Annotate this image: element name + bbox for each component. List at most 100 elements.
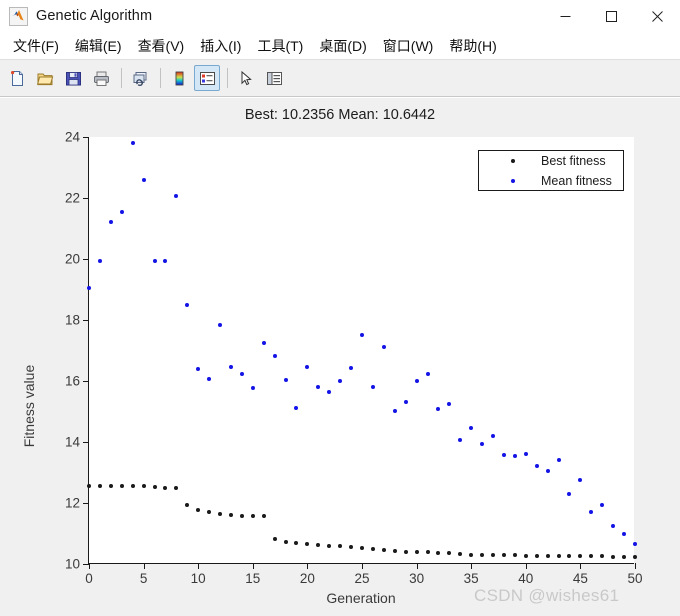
data-point-mean — [425, 372, 430, 377]
new-figure-icon[interactable] — [4, 65, 30, 91]
data-point-best — [480, 552, 485, 557]
menu-window[interactable]: 窗口(W) — [375, 35, 442, 57]
insert-legend-icon[interactable] — [194, 65, 220, 91]
insert-colorbar-icon[interactable] — [166, 65, 192, 91]
data-point-best — [305, 541, 310, 546]
data-point-best — [425, 550, 430, 555]
data-point-mean — [469, 426, 474, 431]
x-axis-tick-label: 25 — [354, 571, 370, 586]
data-point-best — [381, 548, 386, 553]
x-axis-tick-label: 20 — [299, 571, 315, 586]
data-point-best — [458, 551, 463, 556]
data-point-mean — [534, 464, 539, 469]
legend-label: Best fitness — [541, 154, 606, 168]
toolbar-separator — [227, 68, 228, 88]
menu-view[interactable]: 查看(V) — [130, 35, 193, 57]
data-point-best — [185, 503, 190, 508]
data-point-mean — [228, 365, 233, 370]
legend-entry: Mean fitness — [479, 171, 625, 191]
data-point-best — [174, 485, 179, 490]
data-point-mean — [163, 258, 168, 263]
x-axis-tick — [362, 563, 363, 569]
data-point-best — [108, 484, 113, 489]
genetic-algorithm-window: Genetic Algorithm 文件(F) 编辑(E) 查看(V) 插入(I) 工具… — [0, 0, 680, 616]
menu-desktop[interactable]: 桌面(D) — [311, 35, 374, 57]
y-axis-tick — [83, 320, 89, 321]
data-point-mean — [316, 385, 321, 390]
data-point-mean — [108, 220, 113, 225]
data-point-best — [578, 554, 583, 559]
plot-legend[interactable]: Best fitness Mean fitness — [478, 150, 624, 191]
link-plot-icon[interactable] — [127, 65, 153, 91]
menu-help[interactable]: 帮助(H) — [441, 35, 504, 57]
data-point-mean — [447, 401, 452, 406]
data-point-mean — [349, 366, 354, 371]
data-point-mean — [87, 285, 91, 290]
x-axis-tick — [635, 563, 636, 569]
x-axis-tick — [89, 563, 90, 569]
y-axis-tick — [83, 503, 89, 504]
data-point-mean — [272, 353, 277, 358]
y-axis-tick — [83, 442, 89, 443]
x-axis-tick — [416, 563, 418, 569]
data-point-best — [163, 485, 168, 490]
minimize-button[interactable] — [542, 0, 588, 32]
y-axis-label: Fitness value — [21, 364, 37, 448]
data-point-best — [491, 553, 496, 558]
x-axis-tick — [252, 563, 254, 569]
y-axis-tick — [83, 198, 89, 199]
data-point-mean — [414, 379, 419, 383]
data-point-best — [545, 554, 550, 559]
menu-file[interactable]: 文件(F) — [5, 35, 67, 57]
data-point-mean — [523, 451, 528, 456]
legend-marker-icon — [511, 159, 515, 163]
toolbar-separator — [160, 68, 161, 88]
data-point-best — [392, 549, 397, 554]
x-axis-tick-label: 30 — [409, 571, 425, 586]
data-point-best — [414, 550, 419, 555]
maximize-button[interactable] — [588, 0, 634, 32]
data-point-mean — [305, 365, 310, 370]
data-point-best — [119, 484, 124, 489]
close-button[interactable] — [634, 0, 680, 32]
y-axis-tick-label: 16 — [64, 373, 80, 389]
data-point-best — [600, 554, 605, 559]
x-axis-tick-label: 5 — [139, 571, 148, 586]
menu-tools[interactable]: 工具(T) — [249, 35, 311, 57]
data-point-mean — [327, 390, 332, 395]
matlab-icon — [9, 6, 28, 26]
data-point-mean — [283, 378, 288, 383]
edit-pointer-icon[interactable] — [233, 65, 259, 91]
menu-insert[interactable]: 插入(I) — [192, 35, 249, 57]
data-point-best — [501, 553, 506, 558]
title-bar: Genetic Algorithm — [0, 0, 680, 32]
plot-title: Best: 10.2356 Mean: 10.6442 — [244, 107, 436, 123]
show-property-editor-icon[interactable] — [261, 65, 287, 91]
menu-bar: 文件(F) 编辑(E) 查看(V) 插入(I) 工具(T) 桌面(D) 窗口(W) 帮助(H) — [0, 32, 680, 59]
data-point-best — [283, 540, 288, 545]
y-axis-tick-label: 10 — [64, 556, 80, 572]
data-point-best — [261, 514, 266, 519]
data-point-best — [239, 513, 244, 518]
figure-panel: Best: 10.2356 Mean: 10.6442 Fitness valu… — [0, 98, 680, 616]
menu-edit[interactable]: 编辑(E) — [67, 35, 130, 57]
data-point-mean — [360, 332, 364, 337]
data-point-mean — [611, 523, 616, 528]
data-point-mean — [556, 457, 561, 462]
data-point-mean — [578, 478, 583, 483]
data-point-mean — [589, 510, 594, 515]
data-point-mean — [501, 452, 506, 457]
data-point-mean — [622, 532, 627, 537]
data-point-mean — [338, 379, 343, 383]
toolbar-separator — [121, 68, 122, 88]
data-point-best — [633, 554, 637, 559]
print-figure-icon[interactable] — [88, 65, 114, 91]
watermark: CSDN @wishes61 — [474, 586, 620, 605]
data-point-best — [469, 552, 474, 557]
plot-axes[interactable]: Best fitness Mean fitness 10 12 14 16 18 20 22 2… — [65, 130, 643, 587]
x-axis-tick-label: 40 — [518, 571, 534, 586]
x-axis-tick-label: 10 — [190, 571, 206, 586]
data-point-best — [272, 536, 277, 541]
save-figure-icon[interactable] — [60, 65, 86, 91]
open-file-icon[interactable] — [32, 65, 58, 91]
